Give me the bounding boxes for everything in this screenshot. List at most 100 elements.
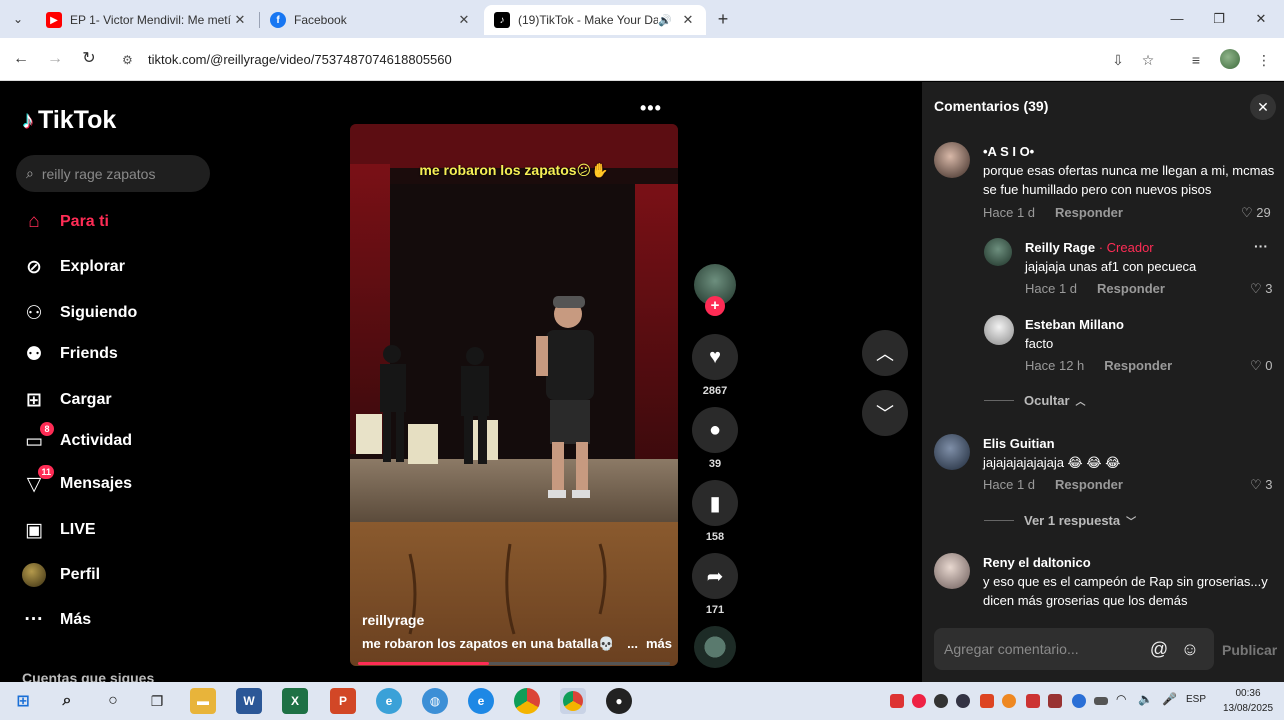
- comment-like[interactable]: ♡ 29: [1241, 205, 1271, 221]
- tab-tiktok[interactable]: ♪ (19)TikTok - Make Your Day 🔊 ✕: [484, 5, 706, 35]
- reply-button[interactable]: Responder: [1055, 477, 1123, 492]
- close-window-icon[interactable]: ✕: [1246, 8, 1276, 30]
- forward-icon[interactable]: →: [44, 48, 66, 70]
- minimize-icon[interactable]: —: [1162, 8, 1192, 30]
- tiktok-logo[interactable]: ♪ TikTok: [22, 106, 116, 135]
- comment-like[interactable]: ♡ 3: [1250, 281, 1273, 297]
- tab-search-chevron-icon[interactable]: ⌄: [8, 9, 28, 29]
- comment-options-icon[interactable]: ···: [1254, 238, 1268, 254]
- comment-input[interactable]: [944, 628, 1144, 670]
- avatar[interactable]: [934, 434, 970, 470]
- comment-username[interactable]: •A S I O•: [983, 144, 1034, 159]
- comment-like[interactable]: ♡ 0: [1250, 358, 1273, 374]
- restore-icon[interactable]: ❐: [1204, 8, 1234, 30]
- file-explorer-icon[interactable]: ▬: [190, 688, 216, 714]
- tray-app-icon[interactable]: [1048, 694, 1062, 708]
- reply-button[interactable]: Responder: [1055, 205, 1123, 220]
- bookmark-star-icon[interactable]: ☆: [1138, 50, 1158, 70]
- tab-facebook[interactable]: f Facebook ✕: [260, 5, 482, 35]
- task-view-icon[interactable]: ❐: [144, 688, 170, 714]
- next-video-button[interactable]: ﹀: [862, 390, 908, 436]
- close-tab-icon[interactable]: ✕: [232, 12, 248, 28]
- language-indicator[interactable]: ESP: [1186, 694, 1206, 705]
- sidebar-item-mensajes[interactable]: ▽ 11 Mensajes: [22, 465, 132, 498]
- install-app-icon[interactable]: ⇩: [1108, 50, 1128, 70]
- search-value[interactable]: reilly rage zapatos: [42, 166, 156, 182]
- tray-app-icon[interactable]: [980, 694, 994, 708]
- hide-replies-button[interactable]: Ocultar ︿: [984, 393, 1086, 408]
- music-disc-icon[interactable]: [694, 626, 736, 668]
- globe-icon[interactable]: ◍: [422, 688, 448, 714]
- wifi-icon[interactable]: ◠: [1116, 692, 1126, 706]
- publish-button[interactable]: Publicar: [1222, 642, 1277, 658]
- comment-button[interactable]: ●: [692, 407, 738, 453]
- chrome-active-window-icon[interactable]: [560, 688, 586, 714]
- video-player[interactable]: me robaron los zapatos😕✋ reillyrage me r…: [350, 124, 678, 666]
- tray-app-icon[interactable]: [890, 694, 904, 708]
- speaker-icon[interactable]: 🔊: [658, 14, 672, 27]
- comment-like[interactable]: ♡ 3: [1250, 477, 1273, 493]
- avatar[interactable]: [984, 315, 1014, 345]
- edge-icon[interactable]: e: [468, 688, 494, 714]
- tray-app-icon[interactable]: [1002, 694, 1016, 708]
- comment-username[interactable]: Elis Guitian: [983, 436, 1055, 451]
- sidebar-item-friends[interactable]: ⚉ Friends: [22, 340, 117, 368]
- profile-avatar[interactable]: [1220, 49, 1240, 69]
- volume-icon[interactable]: 🔈: [1138, 692, 1153, 706]
- tray-app-icon[interactable]: [1026, 694, 1040, 708]
- sidebar-item-actividad[interactable]: ▭ 8 Actividad: [22, 422, 132, 455]
- search-input[interactable]: ⌕ reilly rage zapatos: [16, 155, 210, 192]
- bluetooth-icon[interactable]: [1072, 694, 1086, 708]
- reply-button[interactable]: Responder: [1104, 358, 1172, 373]
- url-text[interactable]: tiktok.com/@reillyrage/video/75374870746…: [148, 52, 452, 67]
- previous-video-button[interactable]: ︿: [862, 330, 908, 376]
- sidebar-item-live[interactable]: ▣ LIVE: [22, 516, 96, 544]
- steam-icon[interactable]: [956, 694, 970, 708]
- video-options-icon[interactable]: •••: [640, 98, 662, 119]
- close-tab-icon[interactable]: ✕: [680, 12, 696, 28]
- sidebar-item-cargar[interactable]: ⊞ Cargar: [22, 386, 112, 414]
- tray-app-icon[interactable]: [934, 694, 948, 708]
- save-button[interactable]: ▮: [692, 480, 738, 526]
- windows-start-icon[interactable]: ⊞: [10, 688, 36, 714]
- reply-button[interactable]: Responder: [1097, 281, 1165, 296]
- clock[interactable]: 00:36 13/08/2025: [1218, 686, 1278, 716]
- tab-youtube[interactable]: ▶ EP 1- Victor Mendivil: Me metí ✕: [36, 5, 258, 35]
- comment-input-box[interactable]: @ ☺: [934, 628, 1214, 670]
- comment-username[interactable]: Reilly Rage · Creador: [1025, 240, 1154, 255]
- site-info-icon[interactable]: ⚙: [122, 53, 138, 67]
- chrome-icon[interactable]: [514, 688, 540, 714]
- excel-icon[interactable]: X: [282, 688, 308, 714]
- sidebar-item-mas[interactable]: ··· Más: [22, 606, 92, 634]
- sidebar-item-siguiendo[interactable]: ⚇ Siguiendo: [22, 299, 137, 327]
- see-more-button[interactable]: más: [646, 636, 672, 652]
- battery-icon[interactable]: [1094, 697, 1108, 705]
- comment-username[interactable]: Reny el daltonico: [983, 555, 1091, 570]
- microphone-icon[interactable]: 🎤: [1162, 692, 1177, 706]
- cortana-icon[interactable]: ○: [100, 688, 126, 714]
- sidebar-item-explorar[interactable]: ⊘ Explorar: [22, 253, 125, 281]
- word-icon[interactable]: W: [236, 688, 262, 714]
- omnibox[interactable]: ⚙ tiktok.com/@reillyrage/video/753748707…: [112, 44, 1172, 75]
- avatar[interactable]: [934, 142, 970, 178]
- sidebar-item-para-ti[interactable]: ⌂ Para ti: [22, 208, 109, 236]
- comment-username[interactable]: Esteban Millano: [1025, 317, 1124, 332]
- sidebar-item-perfil[interactable]: Perfil: [22, 561, 100, 589]
- browser-menu-icon[interactable]: ⋮: [1254, 50, 1274, 70]
- emoji-icon[interactable]: ☺: [1179, 638, 1201, 660]
- media-controls-icon[interactable]: ≡: [1186, 50, 1206, 70]
- view-replies-button[interactable]: Ver 1 respuesta ﹀: [984, 513, 1136, 528]
- media-app-icon[interactable]: ●: [606, 688, 632, 714]
- avatar[interactable]: [934, 553, 970, 589]
- share-button[interactable]: ➦: [692, 553, 738, 599]
- tray-app-icon[interactable]: [912, 694, 926, 708]
- video-username[interactable]: reillyrage: [362, 612, 424, 628]
- powerpoint-icon[interactable]: P: [330, 688, 356, 714]
- back-icon[interactable]: ←: [10, 48, 32, 70]
- reload-icon[interactable]: ↻: [78, 48, 100, 70]
- follow-plus-icon[interactable]: +: [705, 296, 725, 316]
- avatar[interactable]: [984, 238, 1012, 266]
- internet-explorer-icon[interactable]: e: [376, 688, 402, 714]
- mention-icon[interactable]: @: [1148, 638, 1170, 660]
- video-progress-bar[interactable]: [358, 662, 670, 665]
